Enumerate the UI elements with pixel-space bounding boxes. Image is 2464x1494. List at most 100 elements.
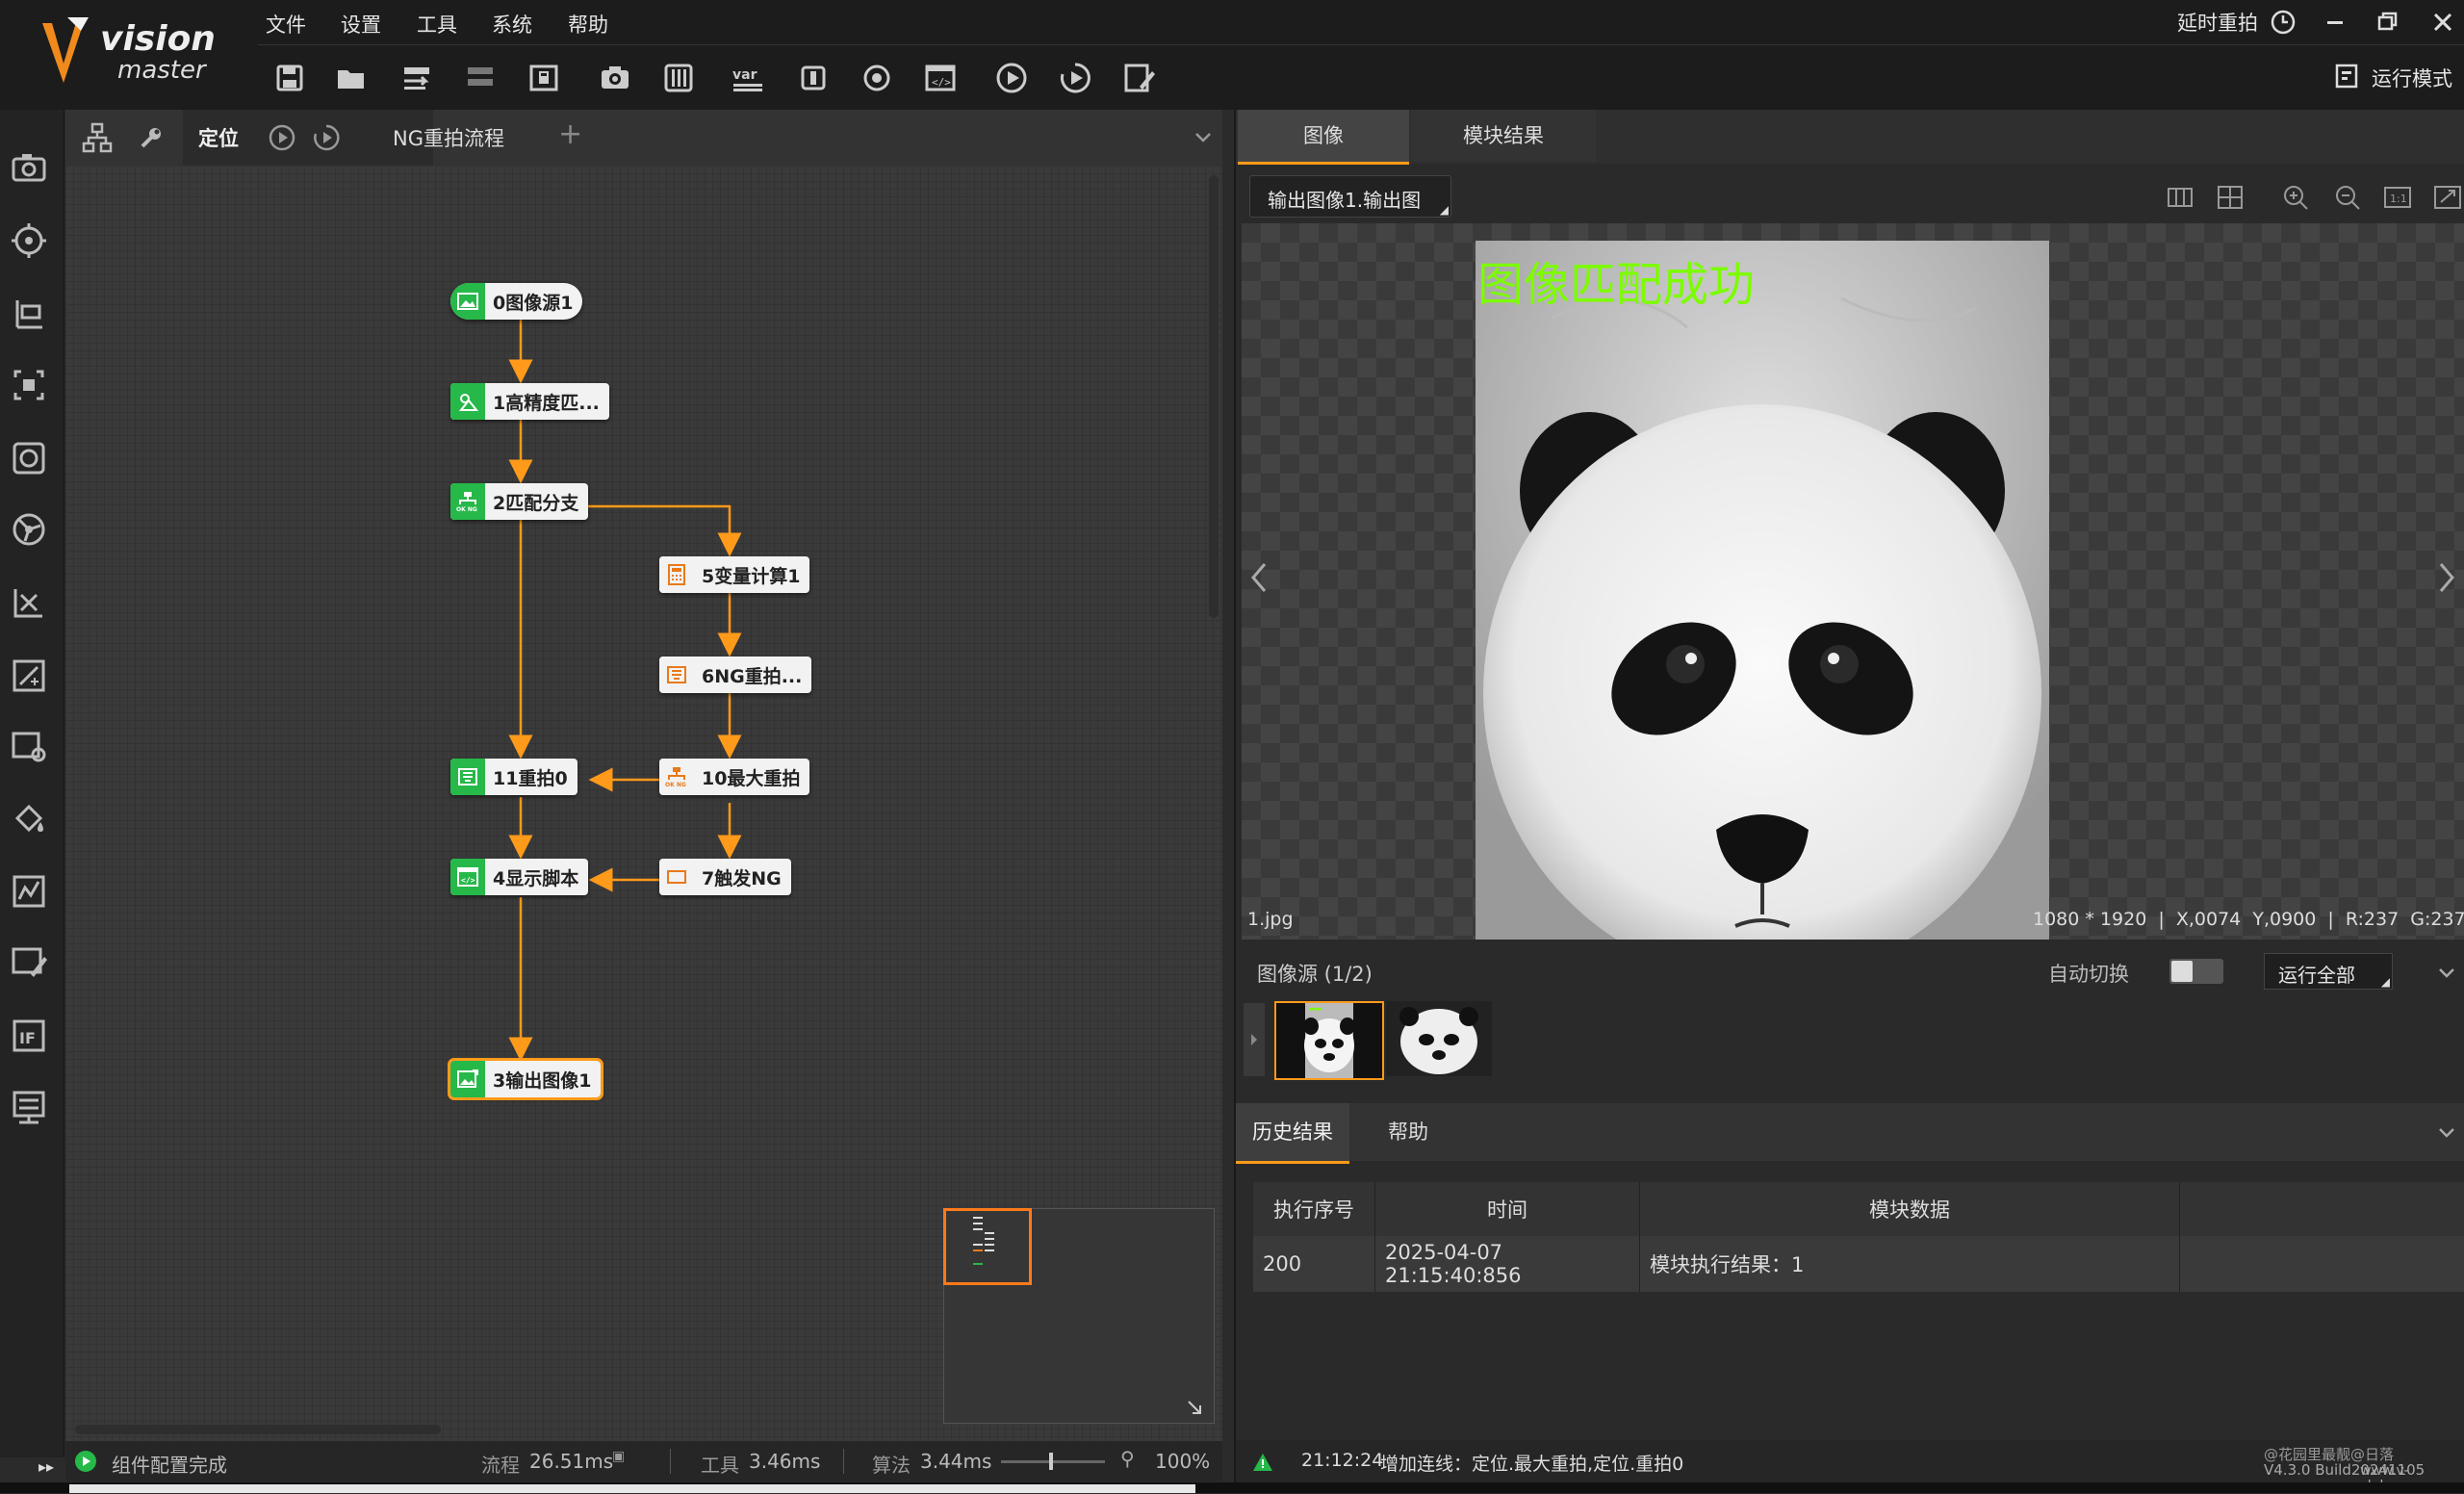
menu-tools[interactable]: 工具 [417,10,457,39]
wrench-icon[interactable] [137,123,166,152]
fit-window-icon[interactable] [2433,183,2462,212]
thumbnail-2[interactable] [1386,1001,1492,1076]
image-capture-icon[interactable] [8,146,50,189]
zoom-in-icon[interactable] [2281,183,2310,212]
flow-node-max-retake[interactable]: OK NG 10最大重拍 [659,759,810,795]
menu-settings[interactable]: 设置 [341,10,381,39]
thumbnail-1[interactable]: ▬▬ [1274,1001,1384,1080]
color-processing-icon[interactable] [8,797,50,839]
zoom-out-icon[interactable] [2333,183,2362,212]
column-header[interactable]: 时间 [1374,1182,1640,1236]
zoom-value: 100% [1155,1450,1211,1473]
if-module-icon[interactable]: IF [8,1015,50,1057]
actual-size-icon[interactable]: 1:1 [2383,183,2412,212]
open-folder-icon[interactable] [333,60,370,96]
loop-flow-icon[interactable] [312,123,341,152]
vertical-scrollbar[interactable] [1209,175,1219,618]
alignment-icon[interactable] [8,581,50,624]
recognition-icon[interactable] [8,437,50,479]
lock-solution-icon[interactable] [526,60,562,96]
flow-node-variable-calc[interactable]: 5变量计算1 [659,556,810,593]
flow-tab-bar: 定位 NG重拍流程 + [65,110,1222,167]
thumb-scroll-left[interactable] [1244,1003,1265,1076]
tab-help[interactable]: 帮助 [1351,1103,1465,1161]
run-mode-button[interactable]: 运行模式 [2372,64,2452,92]
image-select-dropdown[interactable]: 输出图像1.输出图 ◢ [1249,175,1451,218]
minimize-icon[interactable] [2316,8,2354,39]
run-all-dropdown[interactable]: 运行全部 ◢ [2264,953,2393,990]
flow-node-high-precision-match[interactable]: 1高精度匹... [450,383,609,420]
defect-detection-icon[interactable] [8,726,50,768]
svg-text:OK NG: OK NG [665,782,686,787]
collapse-chevron-icon[interactable] [2435,961,2458,984]
menu-help[interactable]: 帮助 [568,10,608,39]
measurement-icon[interactable] [8,293,50,335]
global-variable-icon[interactable]: var [730,60,766,96]
zoom-slider[interactable] [1001,1460,1105,1463]
flow-node-retake-0[interactable]: 11重拍0 [450,759,578,795]
global-script-icon[interactable]: </> [922,60,959,96]
branch-icon: OK NG [659,759,694,795]
flow-canvas[interactable]: 0图像源1 1高精度匹... OK NG 2匹配分支 5变量计算1 6NG重拍.… [65,166,1222,1441]
image-viewer[interactable]: 图像匹配成功 1.jpg 1080 * 1920 | X,0074 Y,0900… [1242,223,2464,940]
positioning-icon[interactable] [8,219,50,262]
horizontal-scrollbar[interactable] [75,1425,441,1434]
collapse-chevron-icon[interactable] [2435,1120,2458,1144]
run-flow-icon[interactable] [268,123,296,152]
close-icon[interactable] [2424,8,2462,39]
menu-system[interactable]: 系统 [492,10,532,39]
table-row[interactable]: 200 2025-04-07 21:15:40:856 模块执行结果：1 [1253,1236,2464,1292]
tab-module-result[interactable]: 模块结果 [1411,110,1596,162]
image-edit-icon[interactable] [8,941,50,984]
node-label: 2匹配分支 [493,492,579,514]
resize-corner-icon[interactable] [1185,1398,1204,1417]
column-header[interactable]: 执行序号 [1253,1182,1375,1236]
expand-sidebar-icon[interactable]: ▸▸ [38,1457,54,1476]
timer-icon[interactable] [2264,8,2302,39]
image-generation-icon[interactable] [8,364,50,406]
flow-node-display-script[interactable]: </> 4显示脚本 [450,859,589,895]
tab-ng-retake-flow[interactable]: NG重拍流程 [393,123,504,152]
process-tree-icon[interactable] [81,121,114,154]
communication-icon[interactable] [795,60,832,96]
next-image-icon[interactable] [2435,558,2458,597]
previous-image-icon[interactable] [1247,558,1270,597]
restore-icon[interactable] [2368,8,2406,39]
save-icon[interactable] [271,60,308,96]
global-trigger-icon[interactable] [859,60,895,96]
run-mode-icon[interactable] [2333,62,2362,90]
deep-learning-icon[interactable] [8,870,50,913]
zoom-slider-thumb[interactable] [1049,1453,1053,1470]
export-icon[interactable] [462,60,499,96]
menu-file[interactable]: 文件 [266,10,306,39]
flow-node-image-source[interactable]: 0图像源1 [450,283,583,320]
add-tab-button[interactable]: + [558,117,582,151]
edit-report-icon[interactable] [1120,60,1157,96]
auto-switch-toggle[interactable] [2169,959,2223,984]
import-icon[interactable] [398,60,435,96]
flow-node-output-image[interactable]: 3输出图像1 [447,1058,604,1100]
flow-node-trigger-ng[interactable]: 7触发NG [659,859,791,895]
minimap[interactable] [943,1208,1215,1424]
time-detail-icon[interactable]: ▣ [612,1449,625,1464]
run-once-icon[interactable] [993,60,1030,96]
layout-grid-icon[interactable] [2216,183,2245,212]
tab-history[interactable]: 历史结果 [1236,1103,1349,1164]
calibration-icon[interactable] [8,508,50,551]
chevron-down-icon[interactable] [1192,125,1215,148]
layout-single-icon[interactable] [2166,183,2194,212]
flow-node-ng-retake[interactable]: 6NG重拍... [659,657,812,693]
communication-tool-icon[interactable] [8,1086,50,1128]
camera-icon[interactable] [597,60,633,96]
tab-image[interactable]: 图像 [1238,110,1409,165]
tool-time-label: 工具 [701,1454,739,1477]
app-logo: vision master [38,13,216,90]
flow-node-match-branch[interactable]: OK NG 2匹配分支 [450,483,589,520]
node-label: 3输出图像1 [493,1069,592,1092]
controller-icon[interactable] [660,60,697,96]
minimap-viewport[interactable] [943,1208,1032,1285]
tab-positioning-label: 定位 [198,127,239,150]
column-header[interactable]: 模块数据 [1639,1182,2180,1236]
logic-tool-icon[interactable] [8,655,50,697]
run-loop-icon[interactable] [1057,60,1093,96]
